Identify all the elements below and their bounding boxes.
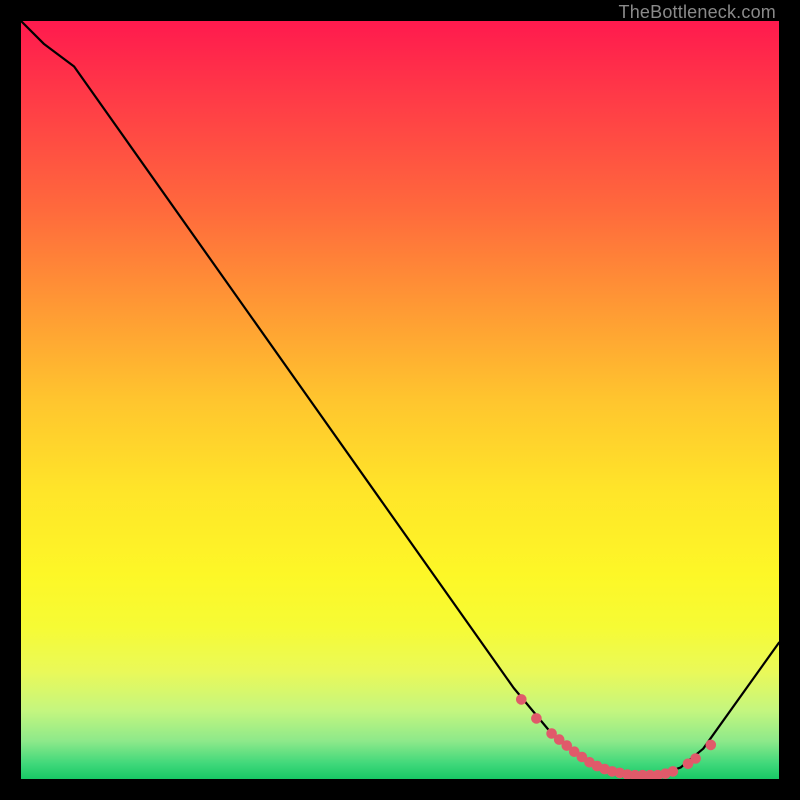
watermark-text: TheBottleneck.com (619, 2, 776, 23)
marker-dot (516, 694, 527, 705)
chart-svg (21, 21, 779, 779)
marker-dot (531, 713, 542, 724)
marker-dot (668, 766, 679, 777)
curve-layer (21, 21, 779, 775)
marker-layer (516, 694, 716, 779)
plot-area (21, 21, 779, 779)
bottleneck-curve (21, 21, 779, 775)
chart-frame: TheBottleneck.com (0, 0, 800, 800)
marker-dot (690, 753, 701, 764)
marker-dot (706, 740, 717, 751)
